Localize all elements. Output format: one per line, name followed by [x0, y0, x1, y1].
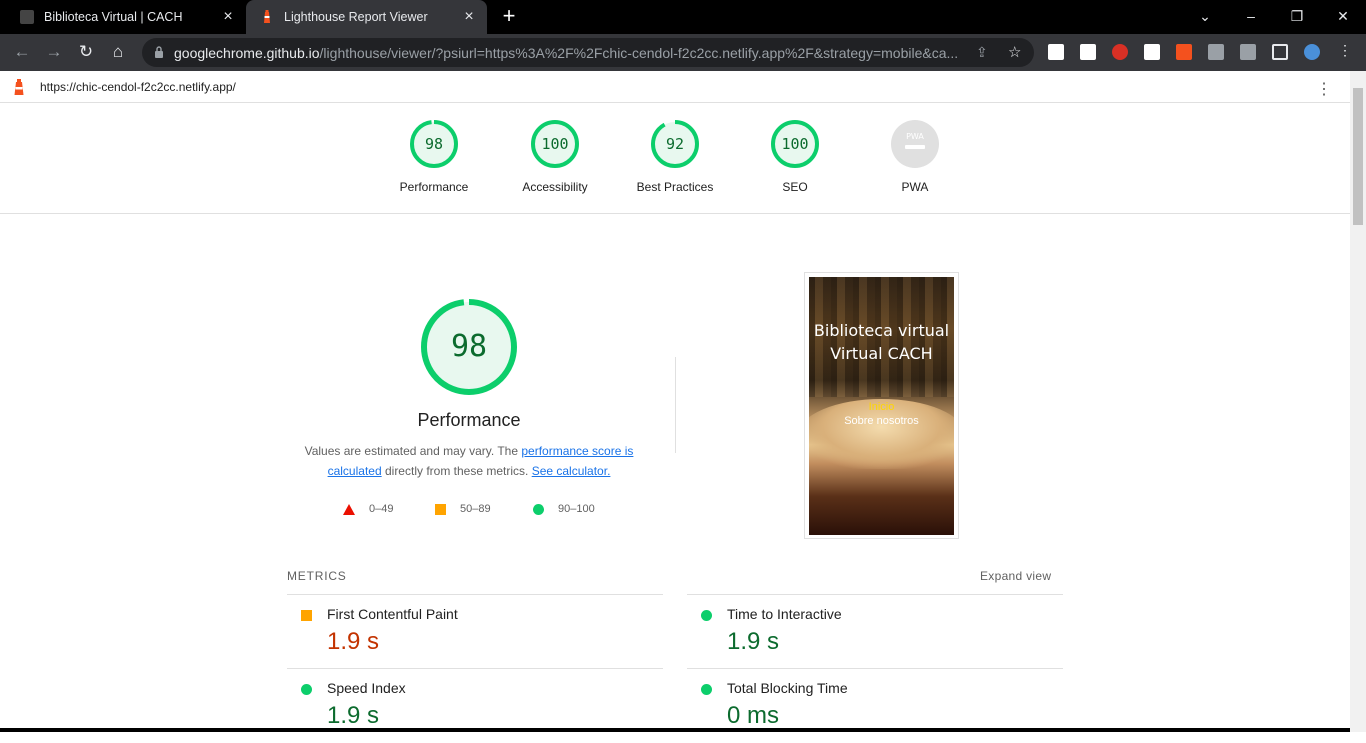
scrollbar-thumb[interactable]	[1353, 88, 1363, 225]
legend-fail: 0–49	[343, 501, 393, 517]
desc-text: Values are estimated and may vary. The	[304, 444, 522, 458]
legend-average-label: 50–89	[460, 503, 491, 515]
url-domain: googlechrome.github.io	[174, 45, 320, 61]
legend-pass: 90–100	[533, 501, 595, 517]
report-topbar: https://chic-cendol-f2c2cc.netlify.app/ …	[0, 71, 1350, 103]
forward-icon[interactable]: →	[44, 42, 64, 62]
gauge-label: SEO	[782, 180, 808, 194]
see-calculator-link[interactable]: See calculator.	[532, 464, 611, 478]
metrics-heading: METRICS	[287, 569, 347, 583]
gauge-score: 98	[424, 135, 444, 153]
extension-b-icon[interactable]	[1080, 44, 1096, 60]
close-tab-icon[interactable]: ×	[220, 9, 236, 25]
metric-fcp: First Contentful Paint 1.9 s	[287, 595, 663, 669]
url-text: googlechrome.github.io/lighthouse/viewer…	[174, 45, 974, 61]
metric-value: 1.9 s	[327, 702, 380, 729]
metric-value: 0 ms	[727, 702, 780, 729]
tab-title: Biblioteca Virtual | CACH	[44, 10, 183, 24]
screenshot-link-inicio: Inicio	[868, 401, 895, 413]
metric-name: First Contentful Paint	[327, 606, 458, 622]
report-menu-icon[interactable]: ⋮	[1316, 79, 1332, 99]
gauge-pwa[interactable]: PWA PWA	[855, 119, 975, 194]
gauge-label: PWA	[901, 180, 929, 194]
gauge-score: 92	[665, 135, 685, 153]
tab-search-icon[interactable]: ⌄	[1195, 6, 1215, 26]
gauge-seo[interactable]: 100 SEO	[735, 119, 855, 194]
gauge-best-practices[interactable]: 92 Best Practices	[615, 119, 735, 194]
performance-title: Performance	[417, 410, 521, 430]
profile-avatar-icon[interactable]	[1304, 44, 1320, 60]
screenshot-title: Biblioteca virtual Virtual CACH	[813, 321, 950, 363]
browser-tab-strip: Biblioteca Virtual | CACH × Lighthouse R…	[0, 0, 1366, 34]
side-panel-icon[interactable]	[1272, 44, 1288, 60]
metric-name: Total Blocking Time	[727, 680, 848, 696]
legend-fail-label: 0–49	[369, 503, 394, 515]
close-window-icon[interactable]: ✕	[1333, 6, 1353, 26]
legend-average: 50–89	[435, 501, 491, 517]
average-square-icon	[435, 503, 446, 515]
screenshot-link-sobre: Sobre nosotros	[844, 415, 919, 427]
lighthouse-logo-icon	[14, 79, 24, 95]
final-screenshot: Biblioteca virtual Virtual CACH Inicio S…	[804, 272, 959, 539]
metric-name: Speed Index	[327, 680, 406, 696]
reload-icon[interactable]: ↻	[76, 42, 96, 62]
desc-text: directly from these metrics.	[381, 464, 532, 478]
gauge-label: Best Practices	[636, 180, 714, 194]
gauge-accessibility[interactable]: 100 Accessibility	[495, 119, 615, 194]
back-icon[interactable]: ←	[12, 42, 32, 62]
pass-circle-icon	[301, 684, 312, 695]
performance-description: Values are estimated and may vary. The p…	[289, 441, 649, 481]
section-divider	[675, 357, 676, 453]
gauge-score: 100	[541, 135, 569, 153]
minimize-icon[interactable]: –	[1241, 6, 1261, 26]
metric-name: Time to Interactive	[727, 606, 842, 622]
metric-value: 1.9 s	[727, 628, 780, 655]
screenshot-image: Biblioteca virtual Virtual CACH Inicio S…	[809, 277, 954, 535]
lock-icon	[155, 46, 163, 58]
gauge-label: Performance	[399, 180, 469, 194]
extension-adblock-icon[interactable]	[1112, 44, 1128, 60]
new-tab-icon[interactable]: +	[499, 5, 519, 27]
tab-title: Lighthouse Report Viewer	[284, 10, 428, 24]
fail-triangle-icon	[343, 503, 355, 515]
legend-pass-label: 90–100	[558, 503, 595, 515]
performance-score: 98	[450, 329, 488, 364]
gauge-score: 100	[781, 135, 809, 153]
browser-menu-icon[interactable]: ⋮	[1338, 42, 1352, 58]
taskbar-edge	[0, 728, 1350, 732]
restore-icon[interactable]: ❐	[1287, 6, 1307, 26]
browser-toolbar: ← → ↻ ⌂ googlechrome.github.io/lighthous…	[0, 34, 1366, 71]
gauge-label: Accessibility	[522, 180, 588, 194]
extension-upload-icon[interactable]	[1048, 44, 1064, 60]
bookmark-star-icon[interactable]: ☆	[1008, 43, 1021, 61]
url-path: /lighthouse/viewer/?psiurl=https%3A%2F%2…	[319, 45, 959, 61]
pass-circle-icon	[533, 503, 544, 515]
lighthouse-favicon-icon	[264, 10, 270, 23]
gauge-performance[interactable]: 98 Performance	[374, 119, 494, 194]
tab-biblioteca[interactable]: Biblioteca Virtual | CACH ×	[8, 0, 246, 34]
share-icon[interactable]: ⇪	[976, 44, 988, 61]
average-square-icon	[301, 610, 312, 621]
media-control-icon[interactable]	[1240, 44, 1256, 60]
pass-circle-icon	[701, 610, 712, 621]
expand-view-button[interactable]: Expand view	[980, 569, 1051, 583]
gauge-score	[890, 119, 940, 169]
address-bar[interactable]: googlechrome.github.io/lighthouse/viewer…	[142, 38, 1034, 67]
pass-circle-icon	[701, 684, 712, 695]
page-scrollbar[interactable]	[1350, 71, 1366, 732]
metric-tti: Time to Interactive 1.9 s	[687, 595, 1063, 669]
site-favicon-icon	[20, 10, 34, 24]
extensions-puzzle-icon[interactable]	[1208, 44, 1224, 60]
category-gauges: 98 Performance 100 Accessibility 92 Best…	[0, 103, 1350, 214]
home-icon[interactable]: ⌂	[108, 42, 128, 62]
close-tab-icon[interactable]: ×	[461, 9, 477, 25]
metric-value: 1.9 s	[327, 628, 380, 655]
extension-notes-icon[interactable]	[1144, 44, 1160, 60]
report-page-url[interactable]: https://chic-cendol-f2c2cc.netlify.app/	[40, 80, 236, 94]
tab-lighthouse[interactable]: Lighthouse Report Viewer ×	[246, 0, 487, 34]
performance-gauge: 98	[419, 297, 519, 397]
extension-lighthouse-icon[interactable]	[1176, 44, 1192, 60]
